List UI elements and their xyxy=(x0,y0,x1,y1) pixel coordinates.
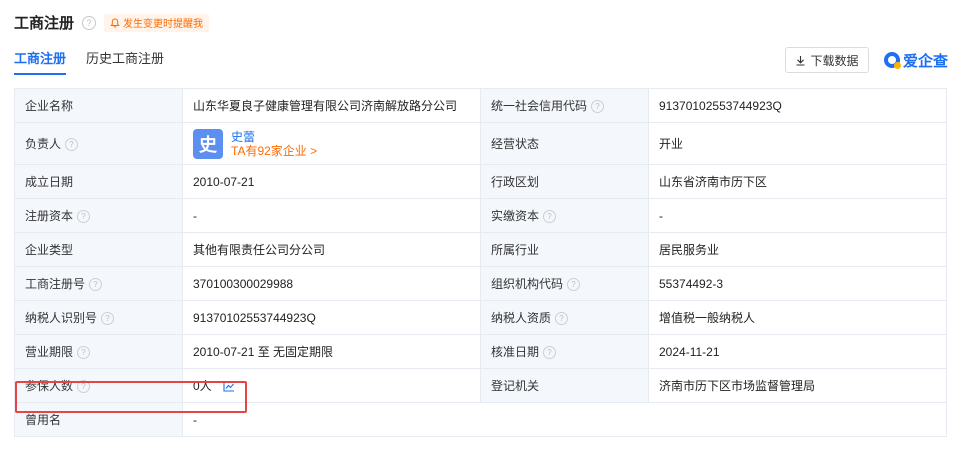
help-icon[interactable]: ? xyxy=(77,346,91,360)
company-type-value: 其他有限责任公司分公司 xyxy=(182,232,481,267)
field-label: 参保人数? xyxy=(14,368,183,403)
tab-business-registration[interactable]: 工商注册 xyxy=(14,48,67,75)
field-label: 注册资本? xyxy=(14,198,183,233)
download-label: 下载数据 xyxy=(810,53,859,68)
download-data-button[interactable]: 下载数据 xyxy=(785,47,869,73)
table-row: 负责人? 史 史蕾 TA有92家企业 > 经营状态 开业 xyxy=(14,122,947,165)
field-label: 工商注册号? xyxy=(14,266,183,301)
credit-code-value: 91370102553744923Q xyxy=(648,88,947,123)
region-value: 山东省济南市历下区 xyxy=(648,164,947,199)
field-label: 营业期限? xyxy=(14,334,183,369)
founded-date-value: 2010-07-21 xyxy=(182,164,481,199)
approval-date-value: 2024-11-21 xyxy=(648,334,947,369)
help-icon[interactable]: ? xyxy=(555,312,569,326)
table-row: 注册资本? - 实缴资本? - xyxy=(14,198,947,233)
field-label: 核准日期? xyxy=(480,334,649,369)
help-icon[interactable]: ? xyxy=(567,278,581,292)
table-row: 参保人数? 0人 登记机关 济南市历下区市场监督管理局 xyxy=(14,368,947,403)
field-label: 成立日期 xyxy=(14,164,183,199)
table-row: 工商注册号? 370100300029988 组织机构代码? 55374492-… xyxy=(14,266,947,301)
field-label: 行政区划 xyxy=(480,164,649,199)
field-label: 企业名称 xyxy=(14,88,183,123)
reminder-label: 发生变更时提醒我 xyxy=(123,19,204,30)
field-label: 曾用名 xyxy=(14,402,183,437)
field-label: 纳税人识别号? xyxy=(14,300,183,335)
trend-chart-icon[interactable] xyxy=(223,381,235,392)
taxpayer-qualification-value: 增值税一般纳税人 xyxy=(648,300,947,335)
industry-value: 居民服务业 xyxy=(648,232,947,267)
avatar[interactable]: 史 xyxy=(193,128,223,159)
person-companies-link[interactable]: TA有92家企业 > xyxy=(231,144,317,158)
help-icon[interactable]: ? xyxy=(543,210,557,224)
field-label: 负责人? xyxy=(14,122,183,165)
legal-person-cell: 史 史蕾 TA有92家企业 > xyxy=(182,122,481,165)
taxpayer-id-value: 91370102553744923Q xyxy=(182,300,481,335)
status-value: 开业 xyxy=(648,122,947,165)
help-icon[interactable]: ? xyxy=(591,100,605,114)
change-reminder-button[interactable]: 发生变更时提醒我 xyxy=(104,13,210,32)
table-row: 曾用名 - xyxy=(14,402,947,437)
help-icon[interactable]: ? xyxy=(65,138,79,152)
help-icon[interactable]: ? xyxy=(77,380,91,394)
person-name-link[interactable]: 史蕾 xyxy=(231,130,317,144)
table-row: 企业名称 山东华夏良子健康管理有限公司济南解放路分公司 统一社会信用代码? 91… xyxy=(14,88,947,123)
section-title: 工商注册 xyxy=(14,15,75,32)
help-icon[interactable]: ? xyxy=(89,278,103,292)
brand-logo[interactable]: 爱企查 xyxy=(884,48,948,72)
registration-info-table: 企业名称 山东华夏良子健康管理有限公司济南解放路分公司 统一社会信用代码? 91… xyxy=(14,88,947,437)
field-label: 经营状态 xyxy=(480,122,649,165)
insured-count-value: 0人 xyxy=(193,379,212,393)
tab-history-registration[interactable]: 历史工商注册 xyxy=(86,48,164,75)
registered-capital-value: - xyxy=(182,198,481,233)
help-icon[interactable]: ? xyxy=(101,312,115,326)
help-icon[interactable]: ? xyxy=(543,346,557,360)
brand-name: 爱企查 xyxy=(903,52,949,70)
table-row: 企业类型 其他有限责任公司分公司 所属行业 居民服务业 xyxy=(14,232,947,267)
bell-icon xyxy=(110,17,120,27)
org-code-value: 55374492-3 xyxy=(648,266,947,301)
tab-bar: 工商注册 历史工商注册 xyxy=(14,48,164,75)
registration-number-value: 370100300029988 xyxy=(182,266,481,301)
table-row: 纳税人识别号? 91370102553744923Q 纳税人资质? 增值税一般纳… xyxy=(14,300,947,335)
help-icon[interactable]: ? xyxy=(77,210,91,224)
help-icon[interactable]: ? xyxy=(82,15,97,30)
field-label: 统一社会信用代码? xyxy=(480,88,649,123)
table-row: 成立日期 2010-07-21 行政区划 山东省济南市历下区 xyxy=(14,164,947,199)
paid-capital-value: - xyxy=(648,198,947,233)
field-label: 登记机关 xyxy=(480,368,649,403)
field-label: 企业类型 xyxy=(14,232,183,267)
field-label: 纳税人资质? xyxy=(480,300,649,335)
former-name-value: - xyxy=(182,402,947,437)
aiqicha-logo-icon xyxy=(884,52,901,69)
insured-count-cell: 0人 xyxy=(182,368,481,403)
company-name-value: 山东华夏良子健康管理有限公司济南解放路分公司 xyxy=(182,88,481,123)
business-term-value: 2010-07-21 至 无固定期限 xyxy=(182,334,481,369)
section-header: 工商注册 ? 发生变更时提醒我 xyxy=(14,12,210,33)
field-label: 实缴资本? xyxy=(480,198,649,233)
table-row: 营业期限? 2010-07-21 至 无固定期限 核准日期? 2024-11-2… xyxy=(14,334,947,369)
registration-authority-value: 济南市历下区市场监督管理局 xyxy=(648,368,947,403)
field-label: 组织机构代码? xyxy=(480,266,649,301)
field-label: 所属行业 xyxy=(480,232,649,267)
download-icon xyxy=(796,55,805,66)
